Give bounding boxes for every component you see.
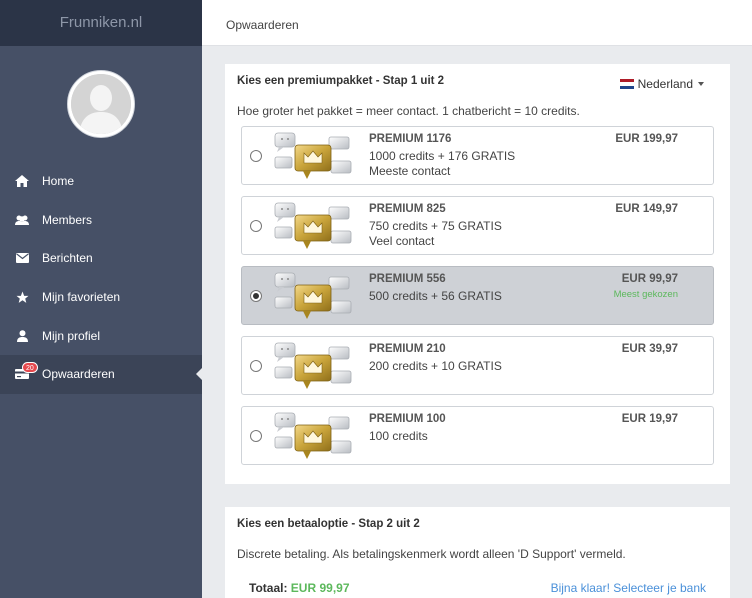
package-radio[interactable] (250, 290, 262, 302)
envelope-icon (14, 251, 30, 265)
user-silhouette-icon (71, 74, 131, 134)
package-radio[interactable] (250, 360, 262, 372)
package-name: PREMIUM 556 (369, 273, 446, 285)
step1-title: Kies een premiumpakket - Stap 1 uit 2 (237, 75, 445, 87)
star-icon (14, 290, 30, 304)
package-price: EUR 39,97 (621, 343, 678, 355)
package-option[interactable]: PREMIUM 100 100 credits EUR 19,97 (241, 406, 714, 465)
chat-crown-icon (273, 411, 353, 463)
sidebar-item-label: Home (42, 174, 75, 189)
avatar-placeholder (71, 74, 131, 134)
users-icon (14, 213, 30, 227)
netherlands-flag-icon (619, 79, 634, 89)
topbar: Opwaarderen (202, 0, 752, 46)
package-radio[interactable] (250, 220, 262, 232)
sidebar-item-label: Berichten (42, 251, 93, 266)
sidebar-item-label: Mijn profiel (42, 328, 101, 343)
package-price: EUR 149,97 (615, 203, 678, 215)
package-option[interactable]: PREMIUM 210 200 credits + 10 GRATIS EUR … (241, 336, 714, 395)
payment-panel: Kies een betaaloptie - Stap 2 uit 2 Disc… (225, 507, 730, 598)
package-radio[interactable] (250, 150, 262, 162)
package-description: Veel contact (369, 234, 435, 248)
most-chosen-tag: Meest gekozen (613, 289, 678, 300)
package-radio[interactable] (250, 430, 262, 442)
package-option[interactable]: PREMIUM 1176 1000 credits + 176 GRATIS M… (241, 126, 714, 185)
package-price: EUR 19,97 (621, 413, 678, 425)
sidebar-item-berichten[interactable]: Berichten (0, 239, 202, 278)
sidebar: Frunniken.nl Home Members Berichten Mijn… (0, 0, 202, 598)
user-icon (14, 329, 30, 343)
package-name: PREMIUM 1176 (369, 133, 452, 145)
chat-crown-icon (273, 271, 353, 323)
package-price: EUR 199,97 (615, 133, 678, 145)
sidebar-item-profiel[interactable]: Mijn profiel (0, 316, 202, 355)
total-amount: EUR 99,97 (290, 581, 350, 595)
sidebar-item-label: Members (42, 212, 93, 227)
sidebar-item-label: Opwaarderen (42, 367, 115, 382)
home-icon (14, 174, 30, 188)
avatar[interactable] (67, 70, 135, 138)
package-credits: 100 credits (369, 429, 428, 443)
package-option[interactable]: PREMIUM 825 750 credits + 75 GRATIS Veel… (241, 196, 714, 255)
chat-crown-icon (273, 341, 353, 393)
package-panel: Kies een premiumpakket - Stap 1 uit 2 Ne… (225, 64, 730, 484)
package-credits: 1000 credits + 176 GRATIS (369, 149, 516, 163)
total-label: Totaal: (249, 581, 288, 595)
chevron-down-icon (698, 82, 704, 86)
chat-crown-icon (273, 131, 353, 183)
select-bank-link[interactable]: Bijna klaar! Selecteer je bank (551, 581, 706, 595)
package-name: PREMIUM 210 (369, 343, 446, 355)
package-name: PREMIUM 825 (369, 203, 446, 215)
sidebar-item-favorieten[interactable]: Mijn favorieten (0, 278, 202, 317)
package-credits: 200 credits + 10 GRATIS (369, 359, 502, 373)
chat-crown-icon (273, 201, 353, 253)
language-label: Nederland (637, 77, 693, 91)
package-price: EUR 99,97 (621, 273, 678, 285)
sidebar-item-label: Mijn favorieten (42, 290, 121, 305)
sidebar-nav: Home Members Berichten Mijn favorieten M… (0, 162, 202, 394)
total-summary: Totaal: EUR 99,97 (249, 581, 350, 595)
sidebar-item-opwaarderen[interactable]: 20 Opwaarderen (0, 354, 202, 394)
step2-subtitle: Discrete betaling. Als betalingskenmerk … (237, 547, 626, 561)
package-description: Meeste contact (369, 164, 451, 178)
package-option-selected[interactable]: PREMIUM 556 500 credits + 56 GRATIS EUR … (241, 266, 714, 325)
sidebar-item-members[interactable]: Members (0, 201, 202, 240)
step2-title: Kies een betaaloptie - Stap 2 uit 2 (237, 518, 420, 530)
language-dropdown[interactable]: Nederland (619, 77, 704, 91)
package-name: PREMIUM 100 (369, 413, 446, 425)
package-credits: 750 credits + 75 GRATIS (369, 219, 502, 233)
notification-badge: 20 (22, 361, 38, 373)
page-title: Opwaarderen (226, 18, 299, 32)
package-credits: 500 credits + 56 GRATIS (369, 289, 502, 303)
step1-subtitle: Hoe groter het pakket = meer contact. 1 … (237, 104, 580, 118)
brand-logo[interactable]: Frunniken.nl (0, 0, 202, 46)
sidebar-item-home[interactable]: Home (0, 162, 202, 201)
